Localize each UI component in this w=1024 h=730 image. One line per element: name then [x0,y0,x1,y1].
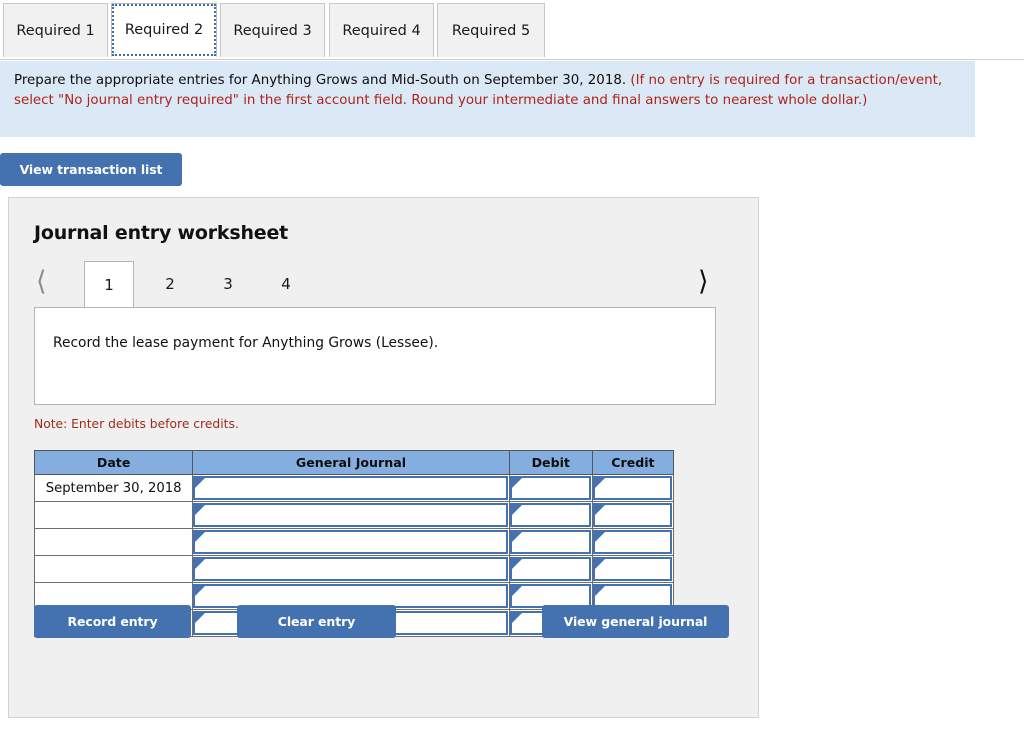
cell-date[interactable] [33,555,194,583]
required-tab-bar: Required 1 Required 2 Required 3 Require… [0,0,1024,60]
cell-debit-input[interactable] [509,476,591,500]
cell-date[interactable] [33,501,194,529]
dropdown-triangle-icon[interactable] [195,532,206,542]
cell-general-journal-input[interactable] [193,503,508,527]
cell-debit[interactable] [508,528,593,556]
instruction-banner: Prepare the appropriate entries for Anyt… [0,61,975,137]
cell-debit-input[interactable] [509,557,591,581]
table-row [33,501,675,529]
table-row [33,555,675,583]
dropdown-triangle-icon[interactable] [195,613,206,623]
entry-description-box: Record the lease payment for Anything Gr… [34,307,716,405]
cell-general-journal[interactable] [192,555,510,583]
chevron-right-icon[interactable]: ⟩ [698,267,709,297]
dropdown-triangle-icon[interactable] [594,559,605,569]
cell-credit[interactable] [591,501,675,529]
chevron-left-icon[interactable]: ⟨ [36,267,47,297]
tab-required-3[interactable]: Required 3 [220,3,325,57]
column-header-debit: Debit [508,450,593,475]
cell-general-journal-input[interactable] [193,530,508,554]
dropdown-triangle-icon[interactable] [195,559,206,569]
cell-credit[interactable] [591,528,675,556]
cell-debit-input[interactable] [509,530,591,554]
tab-required-2[interactable]: Required 2 [111,3,217,57]
dropdown-triangle-icon[interactable] [594,532,605,542]
journal-table-header-row: Date General Journal Debit Credit [33,450,675,475]
tab-required-5[interactable]: Required 5 [437,3,545,57]
dropdown-triangle-icon[interactable] [511,559,522,569]
table-row: September 30, 2018 [33,474,675,502]
instruction-text-black: Prepare the appropriate entries for Anyt… [14,73,631,88]
cell-debit[interactable] [508,474,593,502]
tab-required-1[interactable]: Required 1 [3,3,108,57]
cell-credit-input[interactable] [592,557,672,581]
dropdown-triangle-icon[interactable] [511,586,522,596]
worksheet-page-4[interactable]: 4 [261,261,311,307]
dropdown-triangle-icon[interactable] [511,532,522,542]
dropdown-triangle-icon[interactable] [511,613,522,623]
dropdown-triangle-icon[interactable] [511,478,522,488]
dropdown-triangle-icon[interactable] [594,505,605,515]
column-header-credit: Credit [591,450,675,475]
cell-credit[interactable] [591,474,675,502]
cell-general-journal[interactable] [192,474,510,502]
cell-debit[interactable] [508,555,593,583]
clear-entry-button[interactable]: Clear entry [237,605,396,638]
cell-general-journal[interactable] [192,528,510,556]
record-entry-button[interactable]: Record entry [34,605,191,638]
cell-date[interactable]: September 30, 2018 [33,474,194,502]
dropdown-triangle-icon[interactable] [195,586,206,596]
dropdown-triangle-icon[interactable] [511,505,522,515]
dropdown-triangle-icon[interactable] [195,478,206,488]
worksheet-page-1[interactable]: 1 [84,261,134,308]
dropdown-triangle-icon[interactable] [594,586,605,596]
cell-debit[interactable] [508,501,593,529]
entry-description-text: Record the lease payment for Anything Gr… [53,335,439,351]
worksheet-page-3[interactable]: 3 [203,261,253,307]
cell-credit-input[interactable] [592,503,672,527]
column-header-general-journal: General Journal [192,450,510,475]
cell-general-journal[interactable] [192,501,510,529]
table-row [33,528,675,556]
worksheet-title: Journal entry worksheet [34,222,289,244]
cell-debit-input[interactable] [509,503,591,527]
column-header-date: Date [33,450,194,475]
worksheet-page-2[interactable]: 2 [145,261,195,307]
cell-general-journal-input[interactable] [193,557,508,581]
cell-credit-input[interactable] [592,530,672,554]
view-transaction-list-button[interactable]: View transaction list [0,153,182,186]
cell-date[interactable] [33,528,194,556]
dropdown-triangle-icon[interactable] [195,505,206,515]
tab-required-4[interactable]: Required 4 [329,3,434,57]
view-general-journal-button[interactable]: View general journal [542,605,729,638]
cell-credit-input[interactable] [592,476,672,500]
cell-credit[interactable] [591,555,675,583]
debits-before-credits-note: Note: Enter debits before credits. [34,417,239,431]
worksheet-pager: ⟨ 1 2 3 4 ⟩ [34,261,734,308]
journal-entry-worksheet-panel: Journal entry worksheet ⟨ 1 2 3 4 ⟩ Reco… [8,197,759,718]
dropdown-triangle-icon[interactable] [594,478,605,488]
cell-general-journal-input[interactable] [193,476,508,500]
